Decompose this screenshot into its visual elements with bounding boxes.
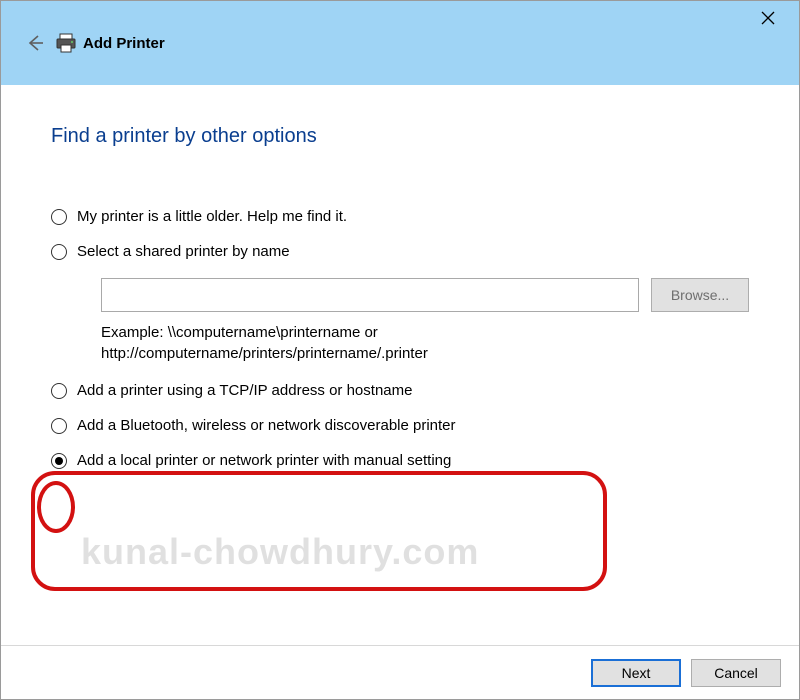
window-title: Add Printer bbox=[83, 35, 165, 52]
option-shared-printer[interactable]: Select a shared printer by name bbox=[51, 243, 749, 260]
content-area: Find a printer by other options My print… bbox=[1, 85, 799, 469]
radio-icon[interactable] bbox=[51, 209, 67, 225]
option-local-printer[interactable]: Add a local printer or network printer w… bbox=[51, 452, 749, 469]
page-heading: Find a printer by other options bbox=[51, 125, 749, 148]
option-tcpip-printer[interactable]: Add a printer using a TCP/IP address or … bbox=[51, 382, 749, 399]
annotation-circle bbox=[37, 481, 75, 533]
option-label: Add a printer using a TCP/IP address or … bbox=[77, 382, 412, 399]
option-label: Select a shared printer by name bbox=[77, 243, 290, 260]
radio-icon[interactable] bbox=[51, 453, 67, 469]
option-bluetooth-printer[interactable]: Add a Bluetooth, wireless or network dis… bbox=[51, 417, 749, 434]
option-label: My printer is a little older. Help me fi… bbox=[77, 208, 347, 225]
example-line: http://computername/printers/printername… bbox=[101, 343, 749, 364]
example-line: Example: \\computername\printername or bbox=[101, 322, 749, 343]
option-label: Add a local printer or network printer w… bbox=[77, 452, 451, 469]
radio-icon[interactable] bbox=[51, 418, 67, 434]
printer-icon bbox=[55, 32, 77, 54]
option-older-printer[interactable]: My printer is a little older. Help me fi… bbox=[51, 208, 749, 225]
close-icon[interactable] bbox=[755, 5, 781, 31]
add-printer-wizard-window: Add Printer Find a printer by other opti… bbox=[0, 0, 800, 700]
titlebar: Add Printer bbox=[1, 1, 799, 85]
cancel-button[interactable]: Cancel bbox=[691, 659, 781, 687]
example-text: Example: \\computername\printername or h… bbox=[101, 322, 749, 364]
watermark-text: kunal-chowdhury.com bbox=[81, 531, 479, 573]
option-label: Add a Bluetooth, wireless or network dis… bbox=[77, 417, 456, 434]
shared-printer-subsection: Browse... Example: \\computername\printe… bbox=[101, 278, 749, 364]
footer-buttons: Next Cancel bbox=[1, 645, 799, 699]
back-arrow-icon[interactable] bbox=[21, 29, 49, 57]
next-button[interactable]: Next bbox=[591, 659, 681, 687]
radio-icon[interactable] bbox=[51, 383, 67, 399]
annotation-rectangle bbox=[31, 471, 607, 591]
browse-button: Browse... bbox=[651, 278, 749, 312]
radio-icon[interactable] bbox=[51, 244, 67, 260]
shared-printer-path-input[interactable] bbox=[101, 278, 639, 312]
